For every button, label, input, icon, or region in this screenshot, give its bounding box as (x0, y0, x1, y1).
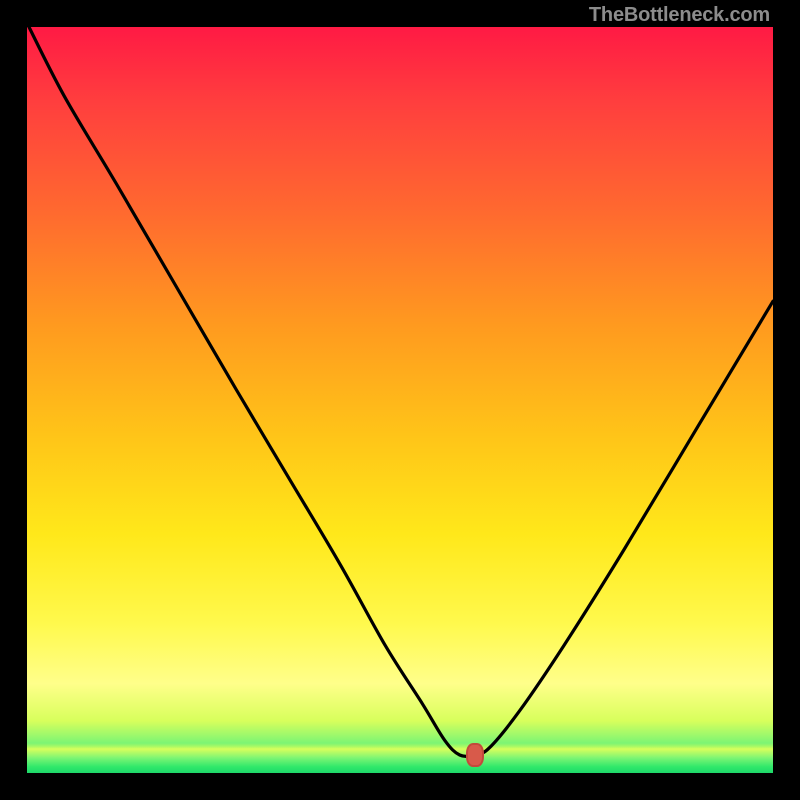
chart-plot-area (27, 27, 773, 773)
chart-outer-frame: TheBottleneck.com (0, 0, 800, 800)
optimal-point-marker (466, 743, 484, 767)
curve-line (27, 23, 773, 756)
bottleneck-curve (27, 27, 773, 773)
attribution-text: TheBottleneck.com (589, 4, 770, 27)
